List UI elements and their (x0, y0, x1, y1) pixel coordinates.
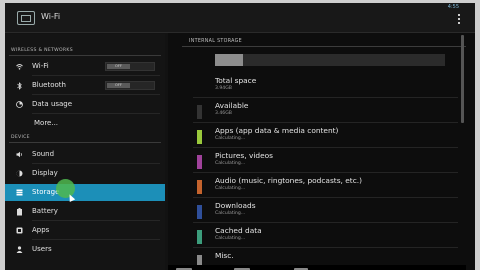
color-swatch (197, 230, 202, 244)
nav-item-label: Users (32, 245, 52, 253)
section-divider (9, 55, 161, 56)
row-value: 3.94GB (215, 86, 232, 91)
storage-section-header: INTERNAL STORAGE (189, 39, 242, 44)
nav-item-users[interactable]: Users (5, 241, 165, 258)
apps-icon (16, 227, 23, 234)
battery-icon (16, 208, 23, 216)
display-icon (16, 170, 23, 177)
color-swatch (197, 205, 202, 219)
overflow-menu-icon[interactable] (458, 14, 461, 24)
row-value: Calculating... (215, 161, 246, 166)
nav-item-label: Display (32, 169, 58, 177)
storage-icon (16, 189, 23, 196)
row-title: Available (215, 101, 249, 110)
row-value: Calculating... (215, 236, 246, 241)
settings-nav-pane: WIRELESS & NETWORKS Wi-Fi OFF Bluetooth … (5, 34, 165, 270)
status-clock: 4:55 (447, 4, 459, 10)
row-value: Calculating... (215, 211, 246, 216)
nav-item-label: More... (34, 119, 59, 127)
color-swatch (197, 155, 202, 169)
nav-item-label: Sound (32, 150, 55, 158)
nav-item-label: Data usage (32, 100, 73, 108)
nav-item-storage[interactable]: Storage (5, 184, 165, 201)
wifi-toggle[interactable]: OFF (105, 62, 155, 71)
nav-item-label: Apps (32, 226, 50, 234)
row-title: Apps (app data & media content) (215, 126, 339, 135)
nav-item-display[interactable]: Display (5, 165, 165, 182)
app-title: Wi-Fi (41, 12, 61, 21)
sound-icon (16, 151, 23, 158)
bluetooth-icon (16, 82, 23, 90)
storage-row-audio[interactable]: Audio (music, ringtones, podcasts, etc.)… (168, 173, 466, 197)
device-frame: Wi-Fi 4:55 WIRELESS & NETWORKS Wi-Fi OFF (0, 0, 480, 270)
nav-item-more[interactable]: More... (5, 115, 165, 132)
storage-row-total: Total space 3.94GB (168, 73, 466, 97)
users-icon (16, 246, 23, 253)
nav-item-label: Bluetooth (32, 81, 66, 89)
storage-row-apps[interactable]: Apps (app data & media content) Calculat… (168, 123, 466, 147)
row-value: Calculating... (215, 136, 246, 141)
system-nav-bar (168, 265, 466, 270)
section-header-device: DEVICE (11, 135, 30, 140)
storage-row-cached[interactable]: Cached data Calculating... (168, 223, 466, 247)
row-title: Misc. (215, 251, 234, 260)
bluetooth-toggle[interactable]: OFF (105, 81, 155, 90)
settings-app-icon[interactable] (17, 11, 35, 25)
row-title: Pictures, videos (215, 151, 274, 160)
screen: Wi-Fi 4:55 WIRELESS & NETWORKS Wi-Fi OFF (5, 3, 475, 270)
nav-item-sound[interactable]: Sound (5, 146, 165, 163)
storage-usage-bar (215, 54, 445, 66)
action-bar: Wi-Fi 4:55 (5, 3, 475, 33)
nav-item-data-usage[interactable]: Data usage (5, 96, 165, 113)
nav-item-label: Wi-Fi (32, 62, 49, 70)
color-swatch (197, 180, 202, 194)
storage-detail-pane: INTERNAL STORAGE Total space 3.94GB Avai… (168, 33, 466, 270)
storage-row-pictures[interactable]: Pictures, videos Calculating... (168, 148, 466, 172)
row-title: Audio (music, ringtones, podcasts, etc.) (215, 176, 362, 185)
nav-item-wifi[interactable]: Wi-Fi OFF (5, 58, 165, 75)
row-title: Cached data (215, 226, 262, 235)
color-swatch (197, 130, 202, 144)
data-usage-icon (16, 101, 23, 108)
item-divider (32, 220, 160, 221)
toggle-state: OFF (107, 83, 130, 88)
color-swatch (197, 105, 202, 119)
section-header-wireless: WIRELESS & NETWORKS (11, 48, 73, 53)
row-value: 3.46GB (215, 111, 232, 116)
item-divider (32, 113, 160, 114)
item-divider (32, 94, 160, 95)
section-divider (182, 46, 466, 47)
nav-item-label: Battery (32, 207, 58, 215)
item-divider (32, 75, 160, 76)
storage-usage-fill (215, 54, 243, 66)
nav-item-battery[interactable]: Battery (5, 203, 165, 220)
storage-row-available[interactable]: Available 3.46GB (168, 98, 466, 122)
wifi-icon (16, 63, 23, 70)
section-divider (9, 142, 161, 143)
toggle-state: OFF (107, 64, 130, 69)
row-value: Calculating... (215, 186, 246, 191)
row-title: Total space (215, 76, 257, 85)
item-divider (32, 239, 160, 240)
nav-item-bluetooth[interactable]: Bluetooth OFF (5, 77, 165, 94)
pane-edge (466, 33, 475, 270)
storage-row-downloads[interactable]: Downloads Calculating... (168, 198, 466, 222)
row-title: Downloads (215, 201, 256, 210)
nav-item-apps[interactable]: Apps (5, 222, 165, 239)
item-divider (32, 163, 160, 164)
